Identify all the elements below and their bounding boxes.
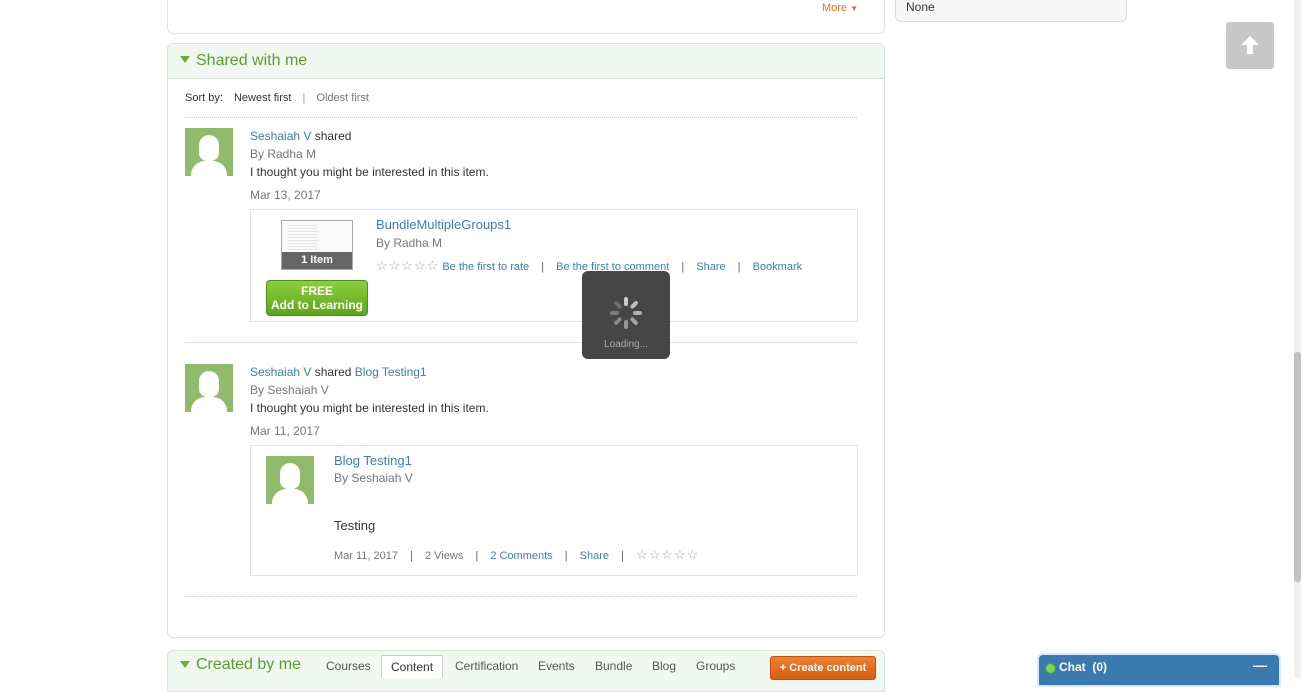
rate-link[interactable]: Be the first to rate [442,261,529,273]
separator: | [541,261,545,273]
content-card: 1 Item FREE Add to Learning BundleMultip… [250,209,858,322]
document-icon [288,225,318,251]
action-text: shared [314,365,352,379]
target-link[interactable]: Blog Testing1 [355,365,427,379]
byline: By Seshaiah V [250,383,329,397]
share-date: Mar 13, 2017 [250,188,321,202]
actor-link[interactable]: Seshaiah V [250,365,311,379]
blog-date: Mar 11, 2017 [334,550,399,562]
blog-title-link[interactable]: Blog Testing1 [334,453,412,468]
content-byline: By Radha M [376,236,443,250]
divider [185,117,857,118]
collapse-triangle-icon[interactable] [180,661,190,668]
share-activity-line: Seshaiah V shared Blog Testing1 [250,365,427,379]
free-label: FREE [300,284,333,298]
caret-down-icon: ▼ [850,4,858,13]
add-label: Add to Learning [271,298,363,312]
comments-link[interactable]: 2 Comments [490,550,552,562]
separator: | [410,550,413,562]
blog-body: Testing [334,518,376,533]
blog-meta: Mar 11, 2017 | 2 Views | 2 Comments | Sh… [334,547,699,563]
spinner-icon [610,297,642,329]
tab-bundle[interactable]: Bundle [595,659,632,673]
arrow-up-icon [1241,36,1259,54]
more-link[interactable]: More ▼ [822,2,858,14]
separator: | [681,261,685,273]
blog-views: 2 Views [425,550,464,562]
created-panel-header: Created by me Courses Content Certificat… [167,650,885,692]
sort-oldest[interactable]: Oldest first [316,92,369,104]
shared-panel-header[interactable]: Shared with me [168,44,884,79]
blog-byline: By Seshaiah V [334,471,413,485]
shared-panel-title: Shared with me [196,52,308,69]
create-content-button[interactable]: + Create content [770,656,876,680]
shared-panel: Shared with me Sort by: Newest first | O… [167,43,885,638]
rating-stars-icon[interactable]: ☆☆☆☆☆ [636,547,699,562]
divider [185,342,857,343]
scroll-to-top-button[interactable] [1226,22,1274,69]
right-panel: None [895,0,1127,22]
tab-blog[interactable]: Blog [652,659,676,673]
tab-groups[interactable]: Groups [696,659,735,673]
tab-courses[interactable]: Courses [326,659,371,673]
minimize-icon[interactable]: — [1253,657,1267,673]
content-thumbnail[interactable]: 1 Item [281,220,353,270]
blog-card: Blog Testing1 By Seshaiah V Testing Mar … [250,445,858,576]
chat-bar[interactable]: Chat (0) — [1037,653,1281,687]
share-date: Mar 11, 2017 [250,424,320,438]
bookmark-link[interactable]: Bookmark [753,261,803,273]
thumbnail-caption: 1 Item [282,252,352,269]
author-avatar[interactable] [266,456,314,504]
sort-newest[interactable]: Newest first [234,92,291,104]
avatar[interactable] [185,364,233,412]
loading-text: Loading... [604,339,648,350]
share-link[interactable]: Share [580,550,609,562]
sort-label: Sort by: [185,92,223,104]
collapse-triangle-icon[interactable] [180,56,190,63]
share-link[interactable]: Share [696,261,725,273]
separator: | [621,550,624,562]
scrollbar-thumb[interactable] [1294,352,1301,582]
share-message: I thought you might be interested in thi… [250,165,489,179]
loading-overlay: Loading... [582,271,670,359]
tab-content[interactable]: Content [381,655,444,678]
separator: | [737,261,741,273]
share-message: I thought you might be interested in thi… [250,401,489,415]
top-panel: More ▼ [167,0,885,34]
tab-events[interactable]: Events [538,659,575,673]
separator: | [302,92,306,104]
content-title-link[interactable]: BundleMultipleGroups1 [376,217,511,232]
right-panel-value: None [906,0,935,14]
divider [185,596,857,597]
chat-label: Chat (0) [1059,660,1108,674]
separator: | [475,550,479,562]
avatar[interactable] [185,128,233,176]
action-text: shared [314,129,352,143]
separator: | [564,550,568,562]
scrollbar[interactable] [1294,0,1301,678]
byline: By Radha M [250,147,317,161]
add-to-learning-button[interactable]: FREE Add to Learning [266,280,368,316]
created-panel-title: Created by me [196,656,301,673]
actor-link[interactable]: Seshaiah V [250,129,311,143]
rating-stars-icon[interactable]: ☆☆☆☆☆ [376,258,439,273]
tab-certification[interactable]: Certification [455,659,518,673]
online-status-icon [1045,663,1056,674]
sort-bar: Sort by: Newest first | Oldest first [185,92,369,104]
share-activity-line: Seshaiah V shared [250,129,351,143]
